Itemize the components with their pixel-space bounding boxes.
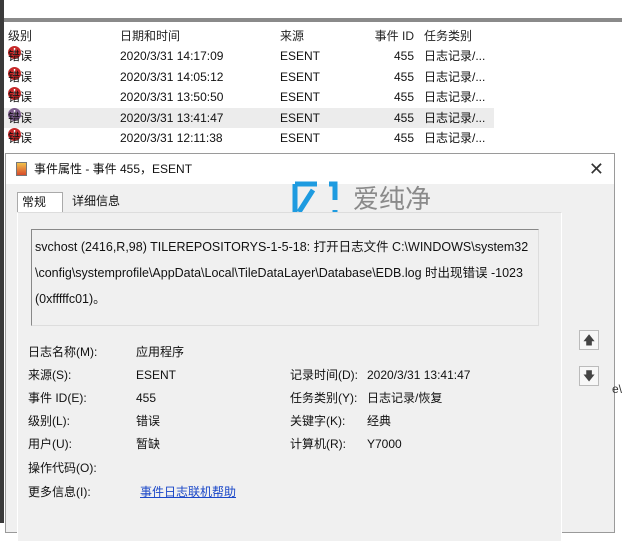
event-id-value: 455 — [136, 391, 157, 405]
logged-label: 记录时间(D): — [290, 368, 358, 382]
arrow-up-icon: 🡅 — [582, 333, 596, 347]
source-value: ESENT — [136, 368, 177, 382]
more-info-label: 更多信息(I): — [28, 485, 91, 499]
column-datetime[interactable]: 日期和时间 — [120, 26, 180, 46]
keywords-value: 经典 — [367, 414, 392, 428]
level-text: 错误 — [8, 90, 33, 104]
level-text: 错误 — [8, 49, 33, 63]
source-cell: ESENT — [280, 110, 321, 125]
task-value: 日志记录/恢复 — [367, 391, 443, 405]
task-cell: 日志记录/... — [424, 49, 486, 63]
level-label: 级别(L): — [28, 414, 71, 428]
source-cell: ESENT — [280, 90, 321, 104]
user-label: 用户(U): — [28, 437, 72, 451]
svg-text:爱纯净: 爱纯净 — [353, 185, 431, 215]
logged-value: 2020/3/31 13:41:47 — [367, 368, 471, 382]
task-cell: 日志记录/... — [424, 90, 486, 104]
user-value: 暂缺 — [136, 437, 161, 451]
column-task[interactable]: 任务类别 — [424, 26, 472, 46]
datetime-cell: 2020/3/31 14:05:12 — [120, 69, 224, 84]
general-panel: svchost (2416,R,98) TILEREPOSITORYS-1-5-… — [17, 212, 562, 542]
table-row[interactable]: ! 错误 2020/3/31 13:41:47 ESENT 455 日志记录/..… — [4, 107, 494, 128]
source-label: 来源(S): — [28, 368, 72, 382]
table-row[interactable]: ! 错误 2020/3/31 12:11:38 ESENT 455 日志记录/..… — [4, 128, 494, 148]
datetime-cell: 2020/3/31 12:11:38 — [120, 131, 223, 145]
datetime-cell: 2020/3/31 13:41:47 — [120, 110, 224, 125]
datetime-cell: 2020/3/31 13:50:50 — [120, 90, 224, 104]
event-id-cell: 455 — [393, 90, 414, 104]
task-cell: 日志记录/... — [424, 69, 486, 84]
column-level[interactable]: 级别 — [8, 26, 32, 46]
previous-event-button[interactable]: 🡅 — [579, 330, 599, 350]
task-cell: 日志记录/... — [424, 110, 486, 125]
title-bar[interactable]: 事件属性 - 事件 455，ESENT ✕ — [6, 154, 614, 184]
keywords-label: 关键字(K): — [290, 414, 346, 428]
event-viewer-icon — [16, 162, 27, 176]
event-id-cell: 455 — [393, 69, 414, 84]
source-cell: ESENT — [280, 69, 321, 84]
source-cell: ESENT — [280, 49, 321, 63]
task-label: 任务类别(Y): — [290, 391, 358, 405]
level-value: 错误 — [136, 414, 161, 428]
datetime-cell: 2020/3/31 14:17:09 — [120, 49, 224, 63]
list-header: 级别 日期和时间 来源 事件 ID 任务类别 — [4, 26, 494, 46]
event-id-cell: 455 — [393, 110, 414, 125]
event-description[interactable]: svchost (2416,R,98) TILEREPOSITORYS-1-5-… — [31, 229, 539, 326]
column-event-id[interactable]: 事件 ID — [348, 26, 414, 46]
source-cell: ESENT — [280, 131, 321, 145]
dialog-title: 事件属性 - 事件 455，ESENT — [34, 162, 193, 176]
log-name-label: 日志名称(M): — [28, 345, 98, 359]
toolbar-area — [4, 0, 622, 22]
event-properties-dialog: 事件属性 - 事件 455，ESENT ✕ 常规 详细信息 爱纯净 aichun… — [5, 153, 615, 542]
table-row[interactable]: ! 错误 2020/3/31 14:05:12 ESENT 455 日志记录/..… — [4, 66, 494, 87]
event-id-label: 事件 ID(E): — [28, 391, 87, 405]
log-name-value: 应用程序 — [136, 345, 185, 359]
opcode-label: 操作代码(O): — [28, 461, 97, 475]
online-help-link[interactable]: 事件日志联机帮助 — [140, 483, 236, 501]
event-id-cell: 455 — [393, 49, 414, 63]
arrow-down-icon: 🡇 — [582, 369, 596, 383]
level-text: 错误 — [8, 69, 33, 84]
tab-general[interactable]: 常规 — [17, 192, 63, 212]
event-id-cell: 455 — [393, 131, 414, 145]
level-text: 错误 — [8, 110, 33, 125]
level-text: 错误 — [8, 131, 33, 145]
next-event-button[interactable]: 🡇 — [579, 366, 599, 386]
background-text: e\ — [612, 382, 622, 396]
tab-details[interactable]: 详细信息 — [68, 192, 124, 212]
computer-value: Y7000 — [367, 437, 402, 451]
table-row[interactable]: ! 错误 2020/3/31 14:17:09 ESENT 455 日志记录/..… — [4, 46, 494, 66]
close-icon[interactable]: ✕ — [589, 154, 604, 184]
column-source[interactable]: 来源 — [280, 26, 304, 46]
table-row[interactable]: ! 错误 2020/3/31 13:50:50 ESENT 455 日志记录/..… — [4, 87, 494, 107]
task-cell: 日志记录/... — [424, 131, 486, 145]
event-list[interactable]: 级别 日期和时间 来源 事件 ID 任务类别 ! 错误 2020/3/31 14:… — [4, 26, 622, 156]
computer-label: 计算机(R): — [290, 437, 346, 451]
